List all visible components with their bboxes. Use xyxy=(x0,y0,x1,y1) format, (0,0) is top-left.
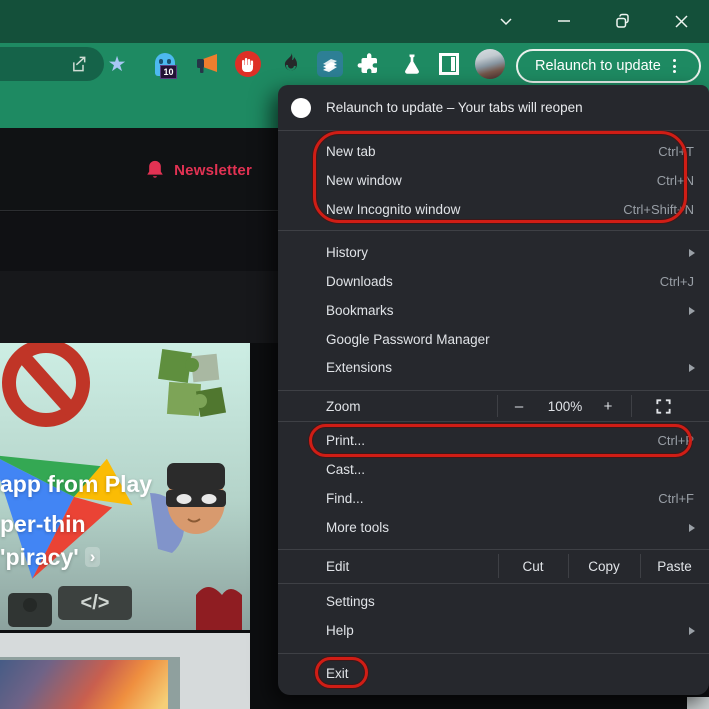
newsletter-label: Newsletter xyxy=(174,161,252,179)
extension-stop-hand-icon[interactable] xyxy=(233,49,263,79)
teal-pages-shape xyxy=(317,51,343,77)
menu-item-help[interactable]: Help xyxy=(278,616,709,645)
side-panel-shape xyxy=(439,53,459,75)
address-bar-end: ★ xyxy=(0,47,126,81)
article-headline-line1: app from Play xyxy=(0,471,153,497)
menu-item-settings[interactable]: Settings xyxy=(278,587,709,616)
menu-item-google-password-manager[interactable]: Google Password Manager xyxy=(278,325,709,354)
stop-hand-shape xyxy=(235,51,261,77)
share-icon[interactable] xyxy=(63,49,93,79)
update-dot-icon xyxy=(291,98,311,118)
tv-frame xyxy=(0,657,180,709)
edit-copy-button[interactable]: Copy xyxy=(568,550,640,582)
submenu-arrow-icon xyxy=(689,248,695,257)
profile-avatar[interactable] xyxy=(475,49,505,79)
article-thumbnail-play-store[interactable]: </> app from Play per-thin 'piracy' › xyxy=(0,343,250,630)
menu-item-print[interactable]: Print... Ctrl+P xyxy=(278,426,709,455)
relaunch-to-update-button[interactable]: Relaunch to update xyxy=(516,49,701,83)
fullscreen-icon[interactable] xyxy=(655,398,672,420)
avatar-photo xyxy=(475,49,505,79)
submenu-arrow-icon xyxy=(689,626,695,635)
menu-zoom-row: Zoom – 100% + xyxy=(278,391,709,421)
restore-icon[interactable] xyxy=(603,4,641,38)
relaunch-label: Relaunch to update xyxy=(535,58,661,74)
newsletter-link[interactable]: Newsletter xyxy=(145,159,252,181)
extension-badge: 10 xyxy=(160,65,177,79)
close-icon[interactable] xyxy=(662,4,700,38)
extension-puzzle-icon[interactable] xyxy=(354,49,384,79)
zoom-label: Zoom xyxy=(326,398,361,414)
titlebar xyxy=(0,0,709,43)
red-blob xyxy=(196,587,242,630)
menu-item-downloads[interactable]: Downloads Ctrl+J xyxy=(278,267,709,296)
edit-cut-button[interactable]: Cut xyxy=(498,550,568,582)
menu-item-history[interactable]: History xyxy=(278,238,709,267)
menu-item-new-incognito-window[interactable]: New Incognito window Ctrl+Shift+N xyxy=(278,195,709,224)
article-thumbnail-corner xyxy=(687,697,709,709)
star-glyph: ★ xyxy=(107,52,127,76)
edit-label: Edit xyxy=(326,558,350,574)
browser-window: ★ 10 Relaunch to update Newsletter </> a… xyxy=(0,0,709,709)
menu-item-cast[interactable]: Cast... xyxy=(278,455,709,484)
kebab-menu-icon[interactable] xyxy=(672,59,676,73)
zoom-in-button[interactable]: + xyxy=(595,398,621,415)
bookmark-star-icon[interactable]: ★ xyxy=(102,49,132,79)
bell-icon xyxy=(147,160,163,178)
menu-update-header[interactable]: Relaunch to update – Your tabs will reop… xyxy=(278,85,709,130)
article-thumbnail-tv[interactable] xyxy=(0,633,250,709)
edit-paste-button[interactable]: Paste xyxy=(640,550,709,582)
minimize-icon[interactable] xyxy=(545,4,583,38)
submenu-arrow-icon xyxy=(689,363,695,372)
menu-item-bookmarks[interactable]: Bookmarks xyxy=(278,296,709,325)
submenu-arrow-icon xyxy=(689,523,695,532)
menu-item-extensions[interactable]: Extensions xyxy=(278,353,709,382)
menu-item-more-tools[interactable]: More tools xyxy=(278,513,709,542)
article-headline-line2: per-thin xyxy=(0,511,86,537)
extension-ghost-icon[interactable]: 10 xyxy=(150,49,180,79)
extension-pages-icon[interactable] xyxy=(315,49,345,79)
tv-screen xyxy=(0,660,168,709)
window-chevron-down-icon[interactable] xyxy=(487,4,525,38)
read-more-chevron[interactable]: › xyxy=(84,547,101,567)
menu-item-new-window[interactable]: New window Ctrl+N xyxy=(278,166,709,195)
zoom-out-button[interactable]: – xyxy=(506,398,532,415)
submenu-arrow-icon xyxy=(689,306,695,315)
extension-flask-icon[interactable] xyxy=(397,49,427,79)
svg-text:</>: </> xyxy=(81,592,110,614)
extension-flame-icon[interactable] xyxy=(273,49,303,79)
article-headline-line3: 'piracy' › xyxy=(0,544,101,571)
side-panel-icon[interactable] xyxy=(434,49,464,79)
extension-megaphone-icon[interactable] xyxy=(192,49,222,79)
update-header-text: Relaunch to update – Your tabs will reop… xyxy=(326,100,583,115)
zoom-value: 100% xyxy=(547,398,583,414)
menu-item-exit[interactable]: Exit xyxy=(278,659,709,688)
menu-item-new-tab[interactable]: New tab Ctrl+T xyxy=(278,137,709,166)
chrome-menu: Relaunch to update – Your tabs will reop… xyxy=(278,85,709,695)
menu-edit-row: Edit Cut Copy Paste xyxy=(278,550,709,582)
menu-item-find[interactable]: Find... Ctrl+F xyxy=(278,484,709,513)
